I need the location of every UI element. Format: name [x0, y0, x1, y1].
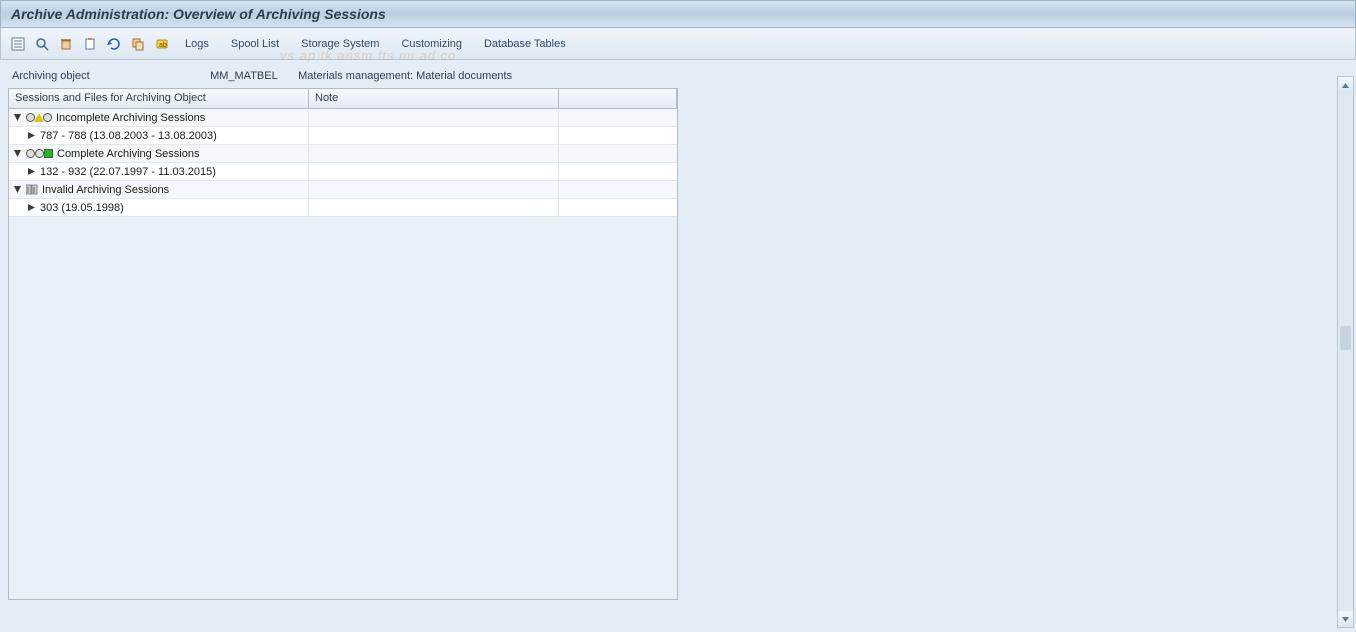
- vertical-scrollbar[interactable]: [1337, 76, 1354, 628]
- expander-icon[interactable]: [13, 185, 22, 194]
- scroll-down-button[interactable]: [1338, 611, 1353, 627]
- content-area: Archiving object MM_MATBEL Materials man…: [0, 60, 1356, 630]
- inspect-icon[interactable]: [33, 35, 51, 53]
- archiving-object-line: Archiving object MM_MATBEL Materials man…: [8, 66, 1348, 88]
- expander-icon[interactable]: [27, 167, 36, 176]
- page-title: Archive Administration: Overview of Arch…: [11, 6, 386, 22]
- expander-icon[interactable]: [13, 113, 22, 122]
- status-complete-icon: [26, 149, 53, 158]
- table-row[interactable]: 132 - 932 (22.07.1997 - 11.03.2015): [9, 163, 677, 181]
- menu-database-tables[interactable]: Database Tables: [476, 36, 574, 52]
- scroll-track[interactable]: [1338, 93, 1353, 611]
- header-empty[interactable]: [559, 89, 677, 108]
- archiving-object-label: Archiving object: [12, 70, 207, 82]
- header-sessions[interactable]: Sessions and Files for Archiving Object: [9, 89, 309, 108]
- table-row[interactable]: 787 - 788 (13.08.2003 - 13.08.2003): [9, 127, 677, 145]
- row-text: 787 - 788 (13.08.2003 - 13.08.2003): [40, 130, 217, 142]
- row-text: Invalid Archiving Sessions: [42, 184, 169, 196]
- refresh-icon[interactable]: [105, 35, 123, 53]
- header-note[interactable]: Note: [309, 89, 559, 108]
- scroll-thumb[interactable]: [1340, 326, 1351, 350]
- archiving-object-code: MM_MATBEL: [210, 70, 295, 82]
- menu-logs[interactable]: Logs: [177, 36, 217, 52]
- delete-icon[interactable]: [57, 35, 75, 53]
- menu-storage-system[interactable]: Storage System: [293, 36, 387, 52]
- table-row[interactable]: 303 (19.05.1998): [9, 199, 677, 217]
- table-row[interactable]: Incomplete Archiving Sessions: [9, 109, 677, 127]
- scroll-up-button[interactable]: [1338, 77, 1353, 93]
- menu-customizing[interactable]: Customizing: [393, 36, 470, 52]
- expander-icon[interactable]: [27, 131, 36, 140]
- title-bar: Archive Administration: Overview of Arch…: [0, 0, 1356, 28]
- archiving-object-desc: Materials management: Material documents: [298, 70, 512, 82]
- row-text: 303 (19.05.1998): [40, 202, 124, 214]
- status-incomplete-icon: [26, 113, 52, 122]
- table-row[interactable]: Invalid Archiving Sessions: [9, 181, 677, 199]
- table-body: Incomplete Archiving Sessions 787 - 788 …: [9, 109, 677, 599]
- highlight-icon[interactable]: ab: [153, 35, 171, 53]
- list-icon[interactable]: [9, 35, 27, 53]
- toolbar: ab Logs Spool List Storage System Custom…: [0, 28, 1356, 60]
- row-text: 132 - 932 (22.07.1997 - 11.03.2015): [40, 166, 216, 178]
- row-text: Incomplete Archiving Sessions: [56, 112, 205, 124]
- clipboard-icon[interactable]: [81, 35, 99, 53]
- table-row[interactable]: Complete Archiving Sessions: [9, 145, 677, 163]
- table-header: Sessions and Files for Archiving Object …: [9, 89, 677, 109]
- svg-text:ab: ab: [159, 42, 167, 49]
- status-invalid-icon: [26, 184, 38, 195]
- expander-icon[interactable]: [27, 203, 36, 212]
- menu-spool-list[interactable]: Spool List: [223, 36, 287, 52]
- row-text: Complete Archiving Sessions: [57, 148, 199, 160]
- copy-icon[interactable]: [129, 35, 147, 53]
- sessions-table: Sessions and Files for Archiving Object …: [8, 88, 678, 600]
- expander-icon[interactable]: [13, 149, 22, 158]
